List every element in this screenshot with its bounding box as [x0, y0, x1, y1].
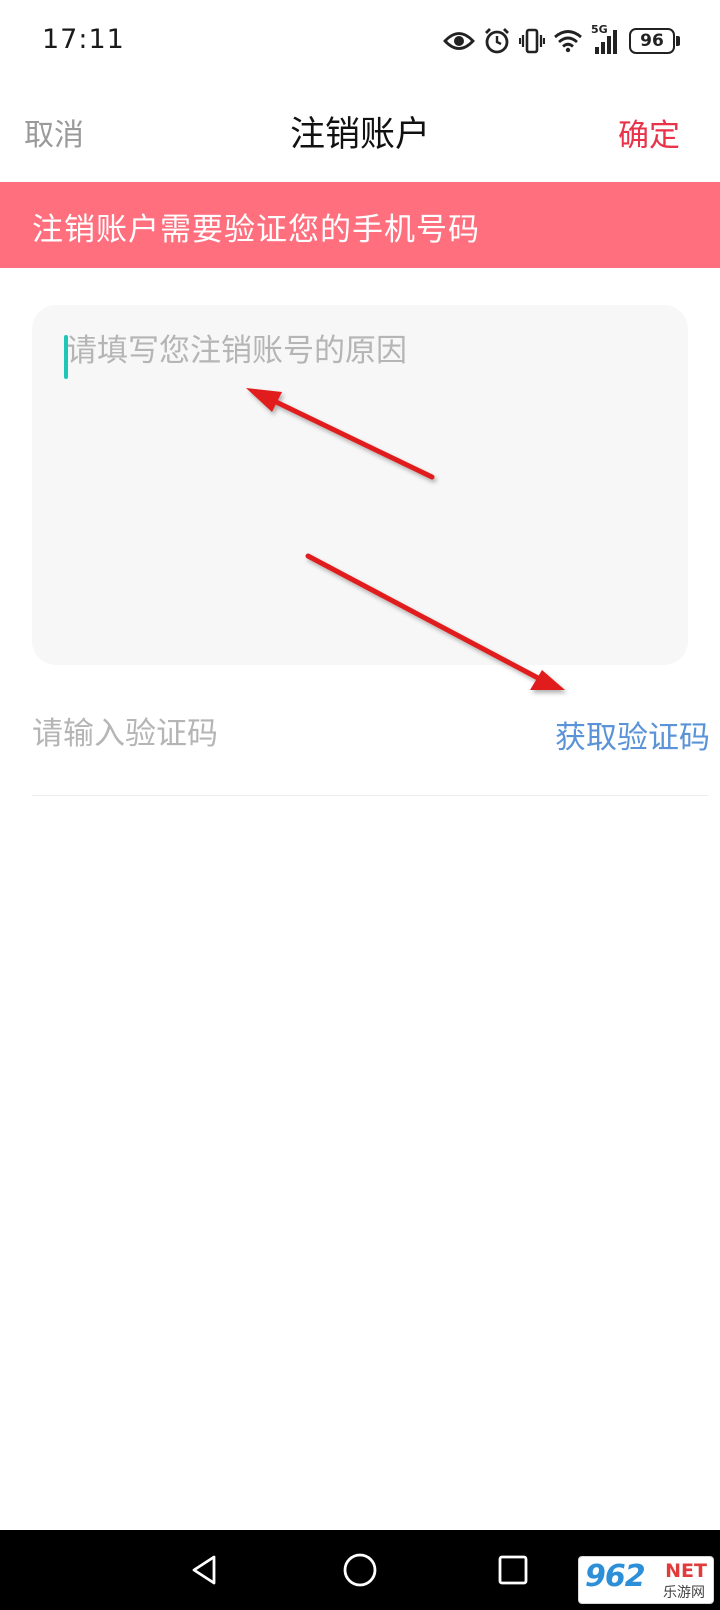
verification-code-input[interactable]: [32, 710, 472, 758]
network-type: 5G: [591, 23, 608, 36]
watermark-net: NET: [665, 1560, 707, 1582]
reason-textarea[interactable]: [32, 305, 688, 665]
status-time: 17:11: [42, 24, 125, 55]
confirm-button[interactable]: 确定: [618, 110, 680, 155]
home-icon[interactable]: [340, 1550, 380, 1590]
watermark-number: 962: [585, 1559, 646, 1594]
text-caret: [64, 335, 68, 379]
notice-banner: 注销账户需要验证您的手机号码: [0, 182, 720, 268]
reason-field-container: [32, 305, 688, 665]
verification-code-row: 获取验证码: [32, 690, 710, 796]
vibrate-icon: [519, 27, 545, 55]
battery-icon: 96: [629, 28, 680, 54]
battery-cap: [676, 36, 680, 46]
battery-level: 96: [629, 28, 675, 54]
status-bar: 17:11 5G 96: [0, 0, 720, 84]
status-icons: 5G 96: [443, 23, 680, 58]
wifi-icon: [553, 29, 583, 53]
site-watermark-logo: 962 NET 乐游网: [578, 1556, 714, 1604]
banner-text: 注销账户需要验证您的手机号码: [32, 212, 480, 248]
watermark-sub: 乐游网: [663, 1585, 705, 1601]
nav-bar: 取消 注销账户 确定: [0, 84, 720, 182]
get-code-button[interactable]: 获取验证码: [555, 712, 710, 757]
eye-icon: [443, 30, 475, 52]
back-icon[interactable]: [185, 1550, 225, 1590]
recents-icon[interactable]: [493, 1550, 533, 1590]
page-title: 注销账户: [289, 115, 430, 155]
alarm-icon: [483, 27, 511, 55]
signal-icon: 5G: [591, 23, 621, 55]
